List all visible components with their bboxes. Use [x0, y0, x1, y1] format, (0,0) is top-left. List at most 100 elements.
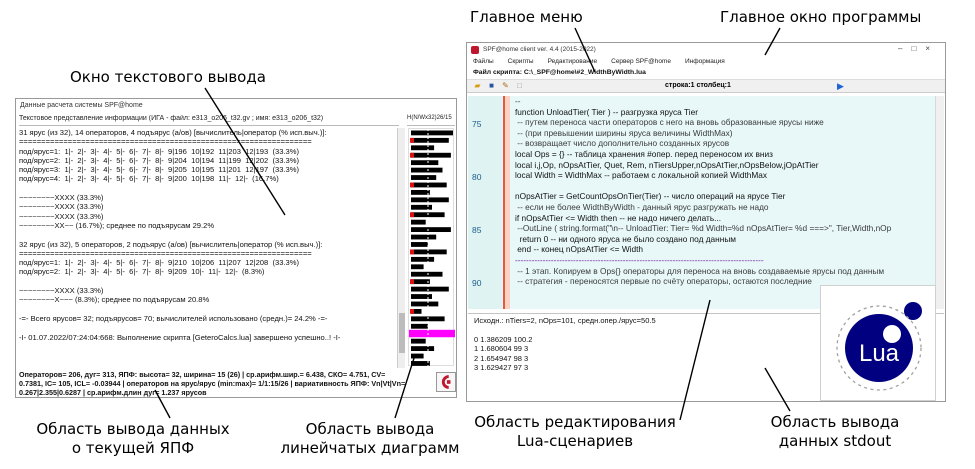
bar-chart-panel [408, 128, 455, 367]
bar [411, 353, 424, 359]
open-folder-icon[interactable]: ▰ [473, 82, 482, 90]
bar-red-marker [410, 279, 414, 285]
code-line[interactable] [515, 181, 943, 192]
text-output-line [19, 323, 394, 332]
code-line[interactable]: local Ops = {} -- таблица хранения #опер… [515, 149, 943, 160]
text-output-line: ~~~~~~~~XX~~ (16.7%); среднее по подъяру… [19, 220, 215, 230]
lua-editor[interactable]: 75 80 85 90 -- function UnloadTier( Tier ) -… [468, 96, 944, 309]
status-line: 0.7381, IC= 105, ICL= -0.03944 | операто… [19, 379, 406, 388]
text-output-line: под/ярус=3: 1|- 2|- 3|- 4|- 5|- 6|- 7|- … [19, 165, 300, 175]
toolbar: ▰ ■ ✎ □ строка:1 столбец:1 ▶ [467, 79, 945, 93]
svg-text:Lua: Lua [859, 340, 900, 367]
annotation-stdout-area-line2: данных stdout [778, 431, 892, 450]
text-output-line [19, 184, 394, 193]
code-line[interactable]: -- возвращает число дополнительно создан… [515, 138, 943, 149]
line-number-gutter: 75 80 85 90 [468, 96, 502, 309]
menu-item[interactable]: Сервер SPF@home [611, 58, 671, 67]
text-output-line: 32 ярус (из 32), 5 операторов, 2 подъяру… [19, 239, 323, 249]
bar [411, 301, 439, 307]
bar [411, 346, 435, 352]
text-output-line: под/ярус=1: 1|- 2|- 3|- 4|- 5|- 6|- 7|- … [19, 258, 300, 268]
lua-code-area[interactable]: -- function UnloadTier( Tier ) -- разгруз… [515, 96, 943, 309]
annotation-stdout-area: Область вывода данных stdout [760, 413, 910, 451]
bar [411, 242, 428, 247]
app-logo-small-icon [436, 372, 456, 392]
line-number: 80 [472, 171, 482, 182]
annotation-bar-area-line2: линейчатых диаграмм [280, 438, 460, 457]
code-line[interactable]: nOpsAtTier = GetCountOpsOnTier(Tier) -- … [515, 191, 943, 202]
code-line[interactable]: -- (при превышении ширины яруса величины… [515, 128, 943, 139]
main-window-title: SPF@home client ver. 4.4 (2015-2022) [483, 46, 596, 53]
menu-item[interactable]: Редактирование [548, 58, 598, 67]
text-output-line: под/ярус=1: 1|- 2|- 3|- 4|- 5|- 6|- 7|- … [19, 146, 300, 156]
fold-marker-bar [503, 96, 510, 309]
code-line[interactable]: local Width = WidthMax -- работаем с лок… [515, 170, 943, 181]
lua-logo-icon: Lua [836, 302, 922, 391]
annotation-current-data-area: Область вывода данных о текущей ЯПФ [18, 420, 248, 458]
bar [411, 182, 447, 188]
text-output-line: ~~~~~~~~XXXX (33.3%) [19, 193, 104, 203]
annotation-current-data-line2: о текущей ЯПФ [71, 438, 195, 457]
bar-red-marker [410, 152, 414, 158]
menu-item[interactable]: Информация [685, 58, 725, 67]
code-line[interactable]: end -- конец nOpsAtTier <= Width [515, 244, 943, 255]
annotation-editor-area: Область редактирования Lua-сценариев [470, 413, 680, 451]
annotation-main-window: Главное окно программы [720, 8, 922, 26]
window-controls[interactable]: –□× [898, 44, 939, 53]
text-output-area[interactable]: 31 ярус (из 32), 14 операторов, 4 подъяр… [19, 128, 394, 368]
line-number: 75 [472, 118, 482, 129]
status-line: 0.267|2.355|0.6287 | ср.арифм.длин дуг= … [19, 388, 207, 397]
code-line[interactable]: local i,j,Op, nOpsAtTier, Quet, Rem, nTi… [515, 160, 943, 171]
code-line[interactable]: --OutLine ( string.format("\n-- UnloadTi… [515, 223, 943, 234]
text-output-scrollbar[interactable] [397, 128, 405, 368]
main-window-titlebar: SPF@home client ver. 4.4 (2015-2022) –□× [467, 43, 945, 57]
save-icon[interactable]: ■ [487, 82, 496, 90]
text-output-line: под/ярус=4: 1|- 2|- 3|- 4|- 5|- 6|- 7|- … [19, 174, 279, 184]
code-line[interactable]: -- [515, 96, 943, 107]
text-output-line: ~~~~~~~~XXXX (33.3%) [19, 202, 104, 212]
code-line[interactable]: function UnloadTier( Tier ) -- разгрузка… [515, 107, 943, 118]
bar-highlight [409, 329, 455, 338]
code-line[interactable]: -- если не более WidthByWidth - данный я… [515, 202, 943, 213]
annotation-bar-area-line1: Область вывода [305, 420, 435, 438]
bar-red-marker [410, 212, 414, 218]
text-output-line: ========================================… [19, 248, 312, 258]
bar [411, 152, 451, 158]
code-line[interactable]: if nOpsAtTier <= Width then -- не надо н… [515, 213, 943, 224]
scrollbar-thumb[interactable] [399, 313, 405, 353]
bar [411, 264, 424, 270]
bar [411, 227, 451, 233]
bar [411, 167, 443, 173]
blank-page-icon[interactable]: □ [515, 82, 524, 90]
annotation-editor-area-line1: Область редактирования [474, 413, 676, 431]
editor-scrollbar[interactable] [935, 96, 944, 309]
code-line[interactable]: -- 1 этап. Копируем в Ops{} операторы дл… [515, 266, 943, 277]
text-output-line: ~~~~~~~~XXXX (33.3%) [19, 286, 104, 296]
code-line[interactable]: -- путем переноса части операторов с нег… [515, 117, 943, 128]
app-icon [471, 46, 479, 54]
edit-icon[interactable]: ✎ [501, 82, 510, 90]
run-script-icon[interactable]: ▶ [837, 81, 844, 92]
text-output-subtitle: Текстовое представление информации (ИГА … [19, 115, 399, 126]
code-line[interactable]: ----------------------------------------… [515, 255, 943, 266]
bar [411, 145, 435, 151]
main-menu: Файлы Скрипты Редактирование Сервер SPF@hom… [467, 57, 945, 68]
text-output-line: -I- 01.07.2022/07:24:04:668: Выполнение … [19, 332, 341, 342]
bar [411, 323, 428, 329]
menu-item[interactable]: Файлы [473, 58, 494, 67]
bar [411, 338, 426, 344]
bar [411, 160, 439, 166]
cursor-position: строка:1 столбец:1 [665, 82, 731, 89]
text-output-window: Данные расчета системы SPF@home Текстово… [15, 98, 457, 398]
text-output-line: ~~~~~~~~XXXX (33.3%) [19, 211, 104, 221]
bar [411, 249, 447, 255]
annotation-editor-area-line2: Lua-сценариев [516, 431, 634, 450]
bar [411, 189, 430, 195]
menu-item[interactable]: Скрипты [508, 58, 534, 67]
text-output-line: -=- Всего ярусов= 32; подъярусов= 70; вы… [19, 313, 328, 323]
line-number: 85 [472, 224, 482, 235]
code-line[interactable]: return 0 -- ни одного яруса не было созд… [515, 234, 943, 245]
annotation-current-data-line1: Область вывода данных [36, 420, 230, 438]
text-output-line: ~~~~~~~~X~~~ (8.3%); среднее по подъярус… [19, 295, 210, 305]
bar [411, 197, 449, 203]
